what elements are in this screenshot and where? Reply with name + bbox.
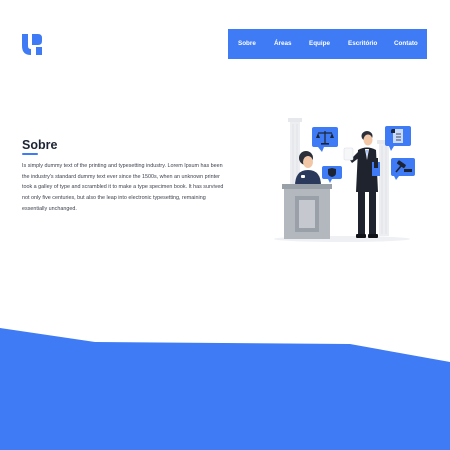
lawyer-office-illustration (274, 118, 415, 242)
about-title: Sobre (22, 138, 58, 152)
main-nav: Sobre Áreas Equipe Escritório Contato (228, 29, 427, 59)
nav-item-contato[interactable]: Contato (394, 40, 418, 47)
nav-item-areas[interactable]: Áreas (274, 40, 292, 47)
about-text: Is simply dummy text of the printing and… (22, 163, 224, 212)
about-title-underline (22, 153, 38, 155)
nav-item-equipe[interactable]: Equipe (309, 40, 330, 47)
nav-item-escritorio[interactable]: Escritório (348, 40, 377, 47)
footer-wave (0, 328, 450, 450)
nav-item-sobre[interactable]: Sobre (238, 40, 256, 47)
logo-icon[interactable] (22, 34, 42, 55)
